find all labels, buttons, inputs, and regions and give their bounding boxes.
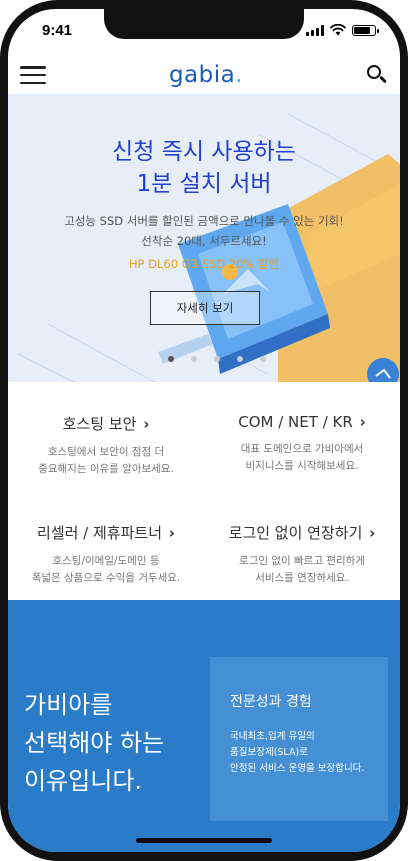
home-indicator[interactable] [136, 838, 272, 843]
battery-icon [352, 24, 379, 36]
service-desc: 대표 도메인으로 가비아에서 비지니스를 시작해보세요. [240, 443, 364, 472]
service-title: 로그인 없이 연장하기 › [228, 524, 376, 542]
hero-subtitle-line: 고성능 SSD 서버를 할인된 금액으로 만나볼 수 있는 기회! [64, 214, 344, 228]
why-card-title: 전문성과 경험 [230, 694, 312, 710]
hero-title: 신청 즉시 사용하는 1분 설치 서버 [8, 136, 400, 200]
hero-title-line: 1분 설치 서버 [136, 171, 272, 197]
carousel-dot[interactable] [168, 356, 174, 362]
carousel-dot[interactable] [260, 356, 266, 362]
status-icons [306, 24, 379, 36]
chevron-right-icon: › [369, 524, 376, 542]
service-renew-without-login[interactable]: 로그인 없이 연장하기 › 로그인 없이 빠르고 편리하게 서비스를 연장하세요… [204, 522, 400, 587]
hero-subtitle: 고성능 SSD 서버를 할인된 금액으로 만나볼 수 있는 기회! 선착순 20… [8, 211, 400, 251]
carousel-dots [168, 356, 266, 362]
service-reseller[interactable]: 리셀러 / 제휴파트너 › 호스팅/이메일/도메인 등 폭넓은 상품으로 수익을… [8, 522, 204, 587]
service-title: COM / NET / KR › [238, 413, 366, 431]
chevron-right-icon: › [143, 415, 150, 433]
hero-banner: 신청 즉시 사용하는 1분 설치 서버 고성능 SSD 서버를 할인된 금액으로… [8, 94, 400, 382]
logo-text: gabia [168, 62, 236, 88]
why-card[interactable]: 전문성과 경험 국내최초,업계 유일의 품질보장제(SLA)로 안정된 서비스 … [210, 657, 388, 821]
service-title: 호스팅 보안 › [62, 415, 150, 433]
carousel-dot[interactable] [214, 356, 220, 362]
hero-subtitle-line: 선착순 20대, 서두르세요! [141, 234, 267, 248]
service-desc: 로그인 없이 빠르고 편리하게 서비스를 연장하세요. [239, 555, 365, 584]
why-headline: 가비아를 선택해야 하는 이유입니다. [24, 691, 165, 795]
battery-level [354, 26, 370, 34]
service-desc: 호스팅/이메일/도메인 등 폭넓은 상품으로 수익을 거두세요. [31, 555, 181, 584]
service-desc: 호스팅에서 보안이 점점 더 중요해지는 이유를 알아보세요. [38, 446, 174, 475]
header: gabia. [8, 53, 400, 97]
chevron-right-icon: › [359, 413, 366, 431]
service-domains[interactable]: COM / NET / KR › 대표 도메인으로 가비아에서 비지니스를 시작… [204, 413, 400, 475]
carousel-dot[interactable] [237, 356, 243, 362]
carousel-dot[interactable] [191, 356, 197, 362]
why-gabia-section: 가비아를 선택해야 하는 이유입니다. 전문성과 경험 국내최초,업계 유일의 … [8, 600, 400, 852]
screen: 9:41 gabia. 신청 즉시 사용하는 1분 설치 서버 고성능 SSD … [8, 9, 400, 852]
phone-frame: 9:41 gabia. 신청 즉시 사용하는 1분 설치 서버 고성능 SSD … [0, 0, 408, 861]
notch [104, 9, 304, 39]
chevron-right-icon: › [168, 524, 175, 542]
status-time: 9:41 [42, 22, 73, 39]
cellular-signal-icon [306, 24, 324, 36]
service-title: 리셀러 / 제휴파트너 › [37, 524, 175, 542]
service-hosting-security[interactable]: 호스팅 보안 › 호스팅에서 보안이 점점 더 중요해지는 이유를 알아보세요. [8, 413, 204, 478]
logo-dot: . [235, 62, 244, 88]
menu-icon[interactable] [20, 66, 46, 84]
hero-title-line: 신청 즉시 사용하는 [112, 139, 296, 165]
services-grid: 호스팅 보안 › 호스팅에서 보안이 점점 더 중요해지는 이유를 알아보세요.… [8, 382, 400, 600]
gabia-logo[interactable]: gabia. [169, 62, 243, 88]
wifi-icon [330, 24, 346, 36]
search-icon[interactable] [366, 64, 388, 86]
hero-promo: HP DL60 G3 SSD 20% 할인 [128, 257, 280, 271]
why-card-desc: 국내최초,업계 유일의 품질보장제(SLA)로 안정된 서비스 운영을 보장합니… [230, 731, 365, 774]
details-button[interactable]: 자세히 보기 [150, 291, 260, 325]
